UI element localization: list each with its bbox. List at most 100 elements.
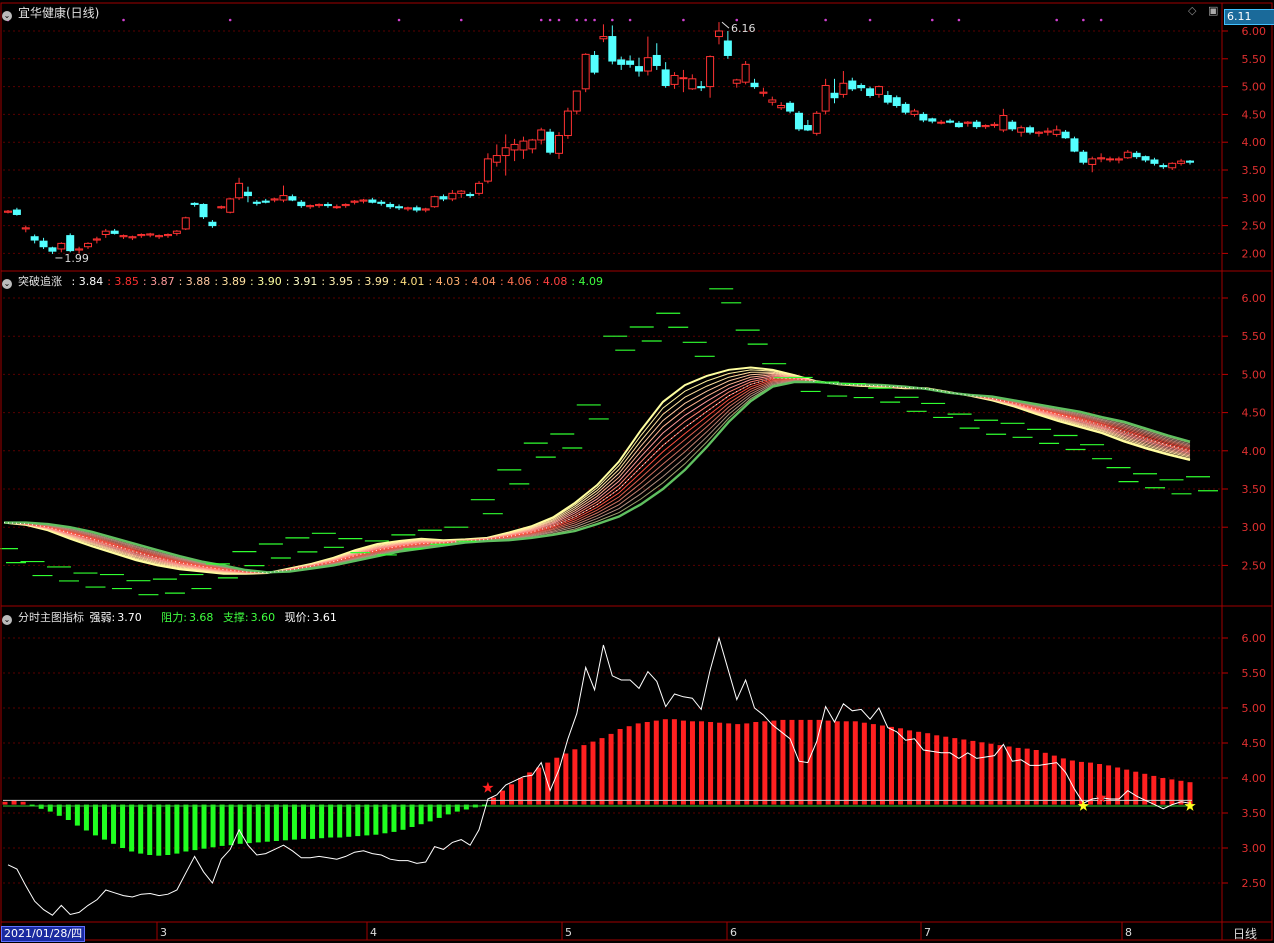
start-date-label: 2021/01/28/四 (1, 926, 86, 942)
candle-body (386, 203, 395, 208)
positive-bar (961, 739, 967, 805)
signal-dot (122, 18, 125, 22)
positive-bar (916, 731, 922, 805)
p2-tick-label: 3.00 (1242, 521, 1267, 534)
month-label: 6 (730, 926, 737, 939)
candle-body (546, 131, 555, 153)
stock-chart-canvas[interactable]: 6.16 1.99 6.00 5.50 5.00 4.50 4.00 3.50 3.00 2.5… (0, 0, 1274, 943)
ma-value: : 3.87 (142, 275, 175, 288)
candle-body (403, 207, 412, 210)
signal-dot (539, 18, 543, 22)
negative-bar (192, 804, 198, 851)
candle-body (1079, 151, 1088, 163)
ma-line (3, 380, 1191, 573)
candle-body (901, 103, 910, 113)
collapse-icon[interactable]: ⌄ (2, 279, 12, 289)
p3-tick-label: 5.00 (1242, 702, 1267, 715)
p3-tick-label: 5.50 (1242, 667, 1267, 680)
positive-bar (689, 721, 695, 805)
candle-body (430, 196, 439, 208)
positive-bar (898, 728, 904, 805)
signal-dot (459, 18, 463, 22)
price-axes: 6.00 5.50 5.00 4.50 4.00 3.50 3.00 2.50 2.00 6.00… (1222, 25, 1266, 890)
candle-body (1114, 158, 1123, 161)
p2-tick-label: 2.50 (1242, 559, 1267, 572)
negative-bar (436, 804, 442, 818)
candle-body (270, 198, 279, 201)
positive-bar (1024, 748, 1030, 805)
positive-bar (843, 721, 849, 805)
candle-body (732, 79, 741, 84)
signal-dot (824, 18, 827, 22)
candle-body (786, 102, 795, 112)
candle-body (741, 63, 750, 83)
positive-bar (988, 743, 994, 805)
positive-bar (680, 720, 686, 805)
positive-bar (934, 735, 940, 805)
candle-body (501, 147, 510, 157)
signal-dot (682, 18, 685, 22)
close-price-line (7, 636, 1191, 916)
period-button[interactable]: 日线 (1233, 925, 1257, 942)
positive-bar (825, 720, 831, 805)
positive-bar (11, 800, 17, 805)
negative-bar (364, 804, 370, 836)
positive-bar (717, 722, 723, 805)
negative-bar (400, 804, 406, 830)
signal-dot (584, 18, 587, 22)
candle-body (1159, 165, 1168, 168)
candle-body (155, 235, 164, 238)
positive-bar (1087, 762, 1093, 805)
month-label: 4 (370, 926, 377, 939)
candle-body (243, 191, 252, 197)
candle-body (803, 125, 812, 131)
negative-bar (83, 804, 89, 831)
positive-bar (644, 722, 650, 805)
candle-body (306, 205, 315, 208)
candle-body (315, 203, 324, 207)
ma-value: : 3.90 (250, 275, 282, 288)
p2-tick-label: 3.50 (1242, 483, 1267, 496)
signal-dot (1099, 18, 1103, 22)
positive-bar (1133, 771, 1139, 805)
negative-bar (174, 804, 180, 854)
negative-bar (120, 804, 126, 848)
collapse-icon[interactable]: ⌄ (2, 615, 12, 625)
month-label: 5 (565, 926, 572, 939)
positive-bar (762, 721, 768, 805)
diamond-icon[interactable]: ◇ (1188, 4, 1196, 17)
signal-dot (1082, 18, 1085, 22)
breakout-ma-panel (0, 288, 1218, 596)
candle-body (261, 200, 270, 203)
negative-bar (201, 804, 207, 849)
candle-body (57, 242, 66, 250)
positive-bar (2, 801, 8, 805)
negative-bar (210, 804, 216, 848)
negative-bar (382, 804, 388, 834)
candle-body (226, 198, 235, 213)
signal-dot (1055, 18, 1058, 22)
p1-tick-label: 5.50 (1242, 53, 1267, 66)
ma-line (3, 377, 1191, 574)
month-label: 8 (1125, 926, 1132, 939)
candle-body (172, 230, 181, 234)
candle-body (350, 200, 359, 203)
ma-value: : 4.01 (392, 275, 425, 288)
signal-dot (628, 18, 632, 22)
positive-bar (572, 749, 578, 805)
p1-tick-label: 3.50 (1242, 164, 1267, 177)
panel2-title: 突破追涨 (18, 275, 62, 288)
ma-value: : 4.09 (571, 275, 604, 288)
candle-body (252, 201, 261, 204)
negative-bar (38, 804, 44, 809)
collapse-icon[interactable]: ⌄ (2, 11, 12, 21)
candle-body (492, 155, 501, 163)
price-label: 现价: (284, 611, 311, 624)
candle-body (181, 217, 190, 230)
window-icon[interactable]: ▣ (1208, 4, 1218, 17)
positive-bar (789, 719, 795, 805)
negative-bar (255, 804, 261, 843)
candle-body (794, 112, 803, 130)
ma-line (3, 374, 1191, 574)
negative-bar (418, 804, 424, 825)
